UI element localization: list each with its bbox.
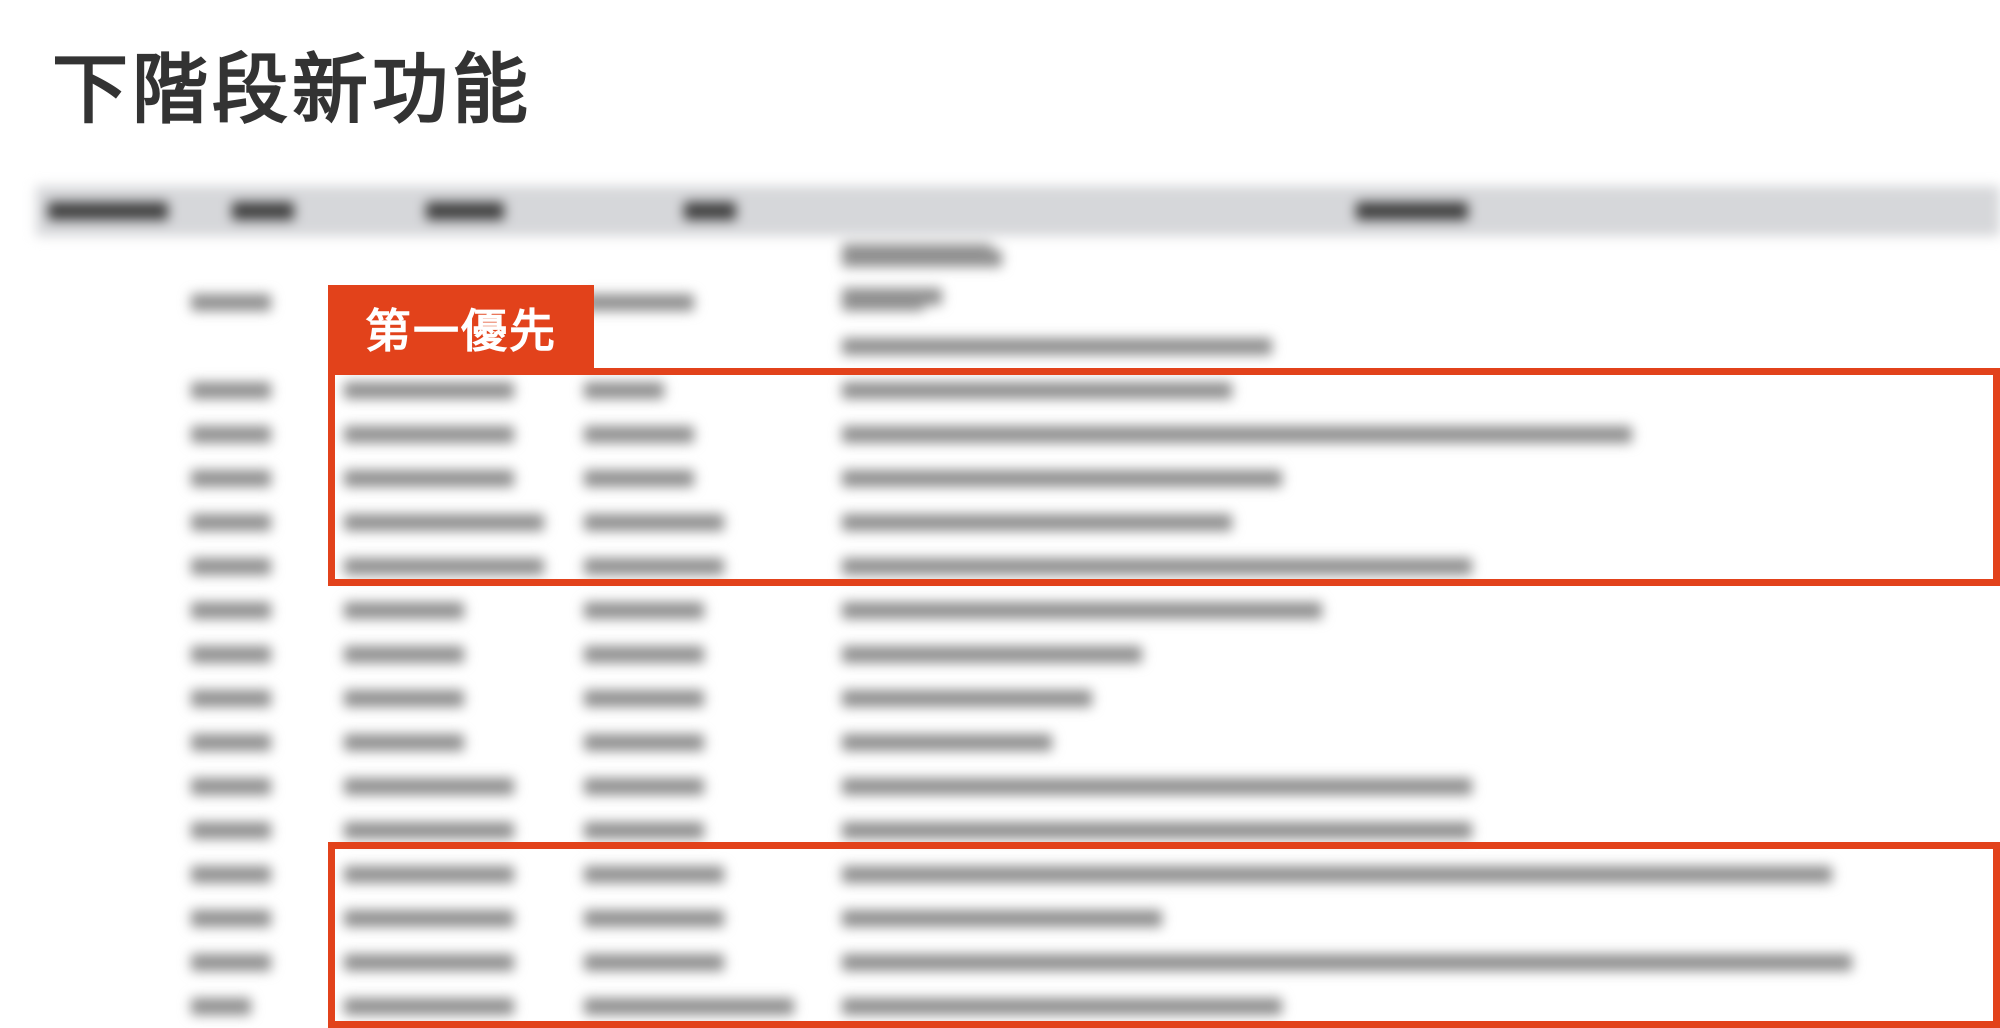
- table-cell: [842, 822, 1472, 839]
- table-cell: [344, 734, 464, 751]
- table-header-cell: [426, 202, 504, 220]
- table-row: [36, 236, 2000, 280]
- table-cell: [191, 734, 271, 751]
- table-cell: [842, 244, 992, 261]
- table-header-cell: [1356, 202, 1468, 220]
- table-header-cell: [48, 202, 168, 220]
- table-cell: [842, 690, 1092, 707]
- table-cell: [584, 734, 704, 751]
- table-header-cell: [232, 202, 294, 220]
- table-header: [36, 186, 2000, 236]
- table-cell: [584, 778, 704, 795]
- table-row: [36, 676, 2000, 720]
- table-row: [36, 764, 2000, 808]
- priority-tag: 第一優先: [328, 285, 594, 371]
- table-cell: [344, 646, 464, 663]
- table-cell: [191, 470, 271, 487]
- table-cell: [344, 690, 464, 707]
- table-cell: [191, 778, 271, 795]
- table-cell: [842, 288, 942, 305]
- table-cell: [584, 602, 704, 619]
- table-cell: [191, 426, 271, 443]
- table-cell: [191, 954, 271, 971]
- slide: 下階段新功能 第一優先: [0, 0, 2000, 1028]
- table-cell: [191, 822, 271, 839]
- table-cell: [191, 690, 271, 707]
- table-cell: [191, 294, 271, 311]
- table-cell: [584, 294, 694, 311]
- table-row: [36, 588, 2000, 632]
- table-cell: [584, 690, 704, 707]
- table-cell: [191, 866, 271, 883]
- table-cell: [191, 514, 271, 531]
- table-cell: [191, 998, 251, 1015]
- table-cell: [842, 646, 1142, 663]
- table-cell: [842, 778, 1472, 795]
- page-title: 下階段新功能: [52, 45, 532, 134]
- table-cell: [842, 602, 1322, 619]
- table-cell: [842, 734, 1052, 751]
- table-cell: [191, 646, 271, 663]
- table-cell: [344, 602, 464, 619]
- table-cell: [584, 646, 704, 663]
- table-cell: [191, 558, 271, 575]
- table-cell: [191, 910, 271, 927]
- table-cell: [344, 778, 514, 795]
- table-cell: [191, 382, 271, 399]
- first-priority-highlight: [328, 368, 2000, 586]
- table-row: [36, 632, 2000, 676]
- table-row: [36, 720, 2000, 764]
- table-cell: [842, 338, 1272, 355]
- second-highlight: [328, 842, 2000, 1028]
- table-header-cell: [684, 202, 736, 220]
- table-cell: [191, 602, 271, 619]
- table-cell: [584, 822, 704, 839]
- table-cell: [344, 822, 514, 839]
